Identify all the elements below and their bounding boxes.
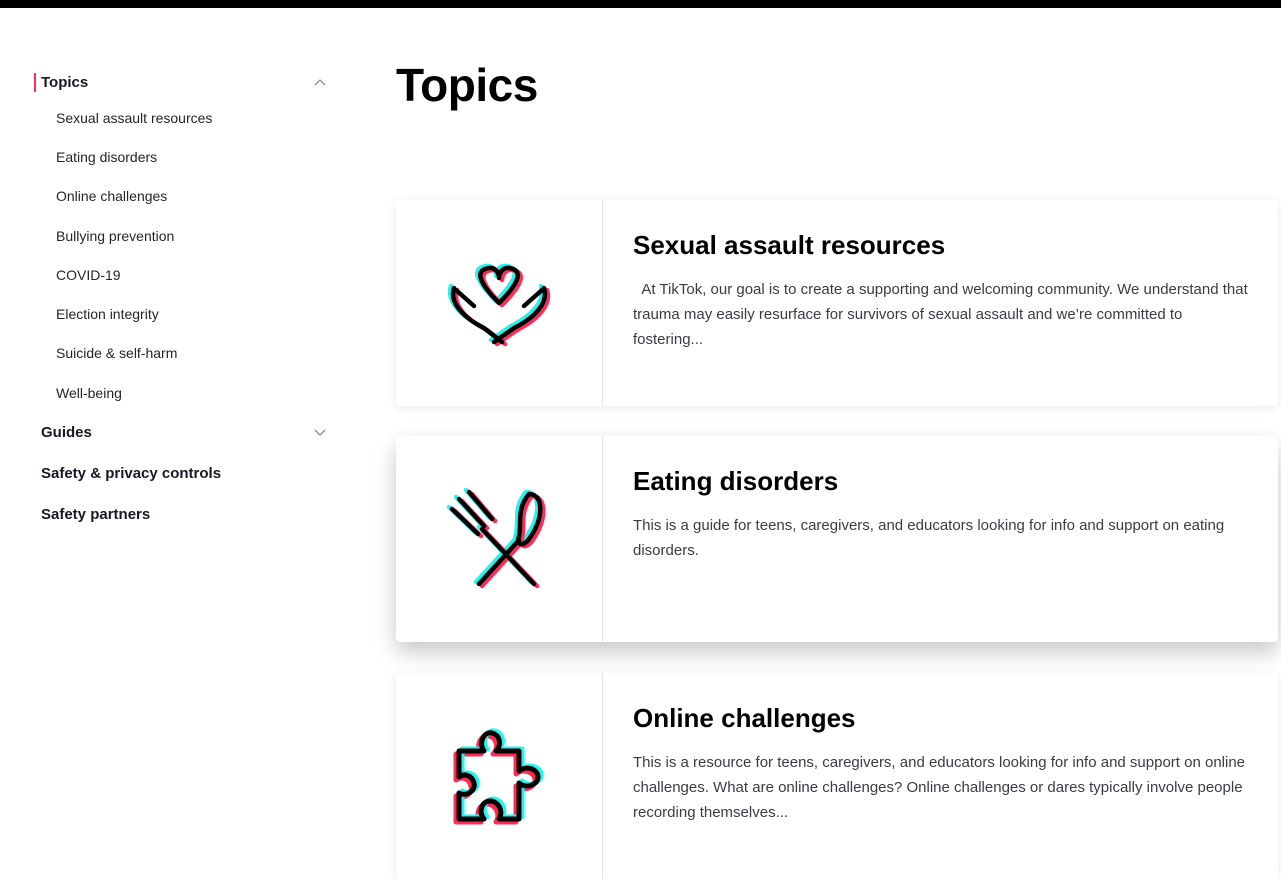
- card-title: Online challenges: [633, 703, 856, 733]
- sidebar-item-online-challenges[interactable]: Online challenges: [34, 177, 334, 216]
- chevron-up-icon: [314, 76, 326, 88]
- sidebar-nav: Topics Sexual assault resources Eating d…: [34, 66, 334, 535]
- card-title: Eating disorders: [633, 466, 839, 496]
- sidebar-safety-partners-label: Safety partners: [41, 506, 151, 524]
- sidebar-topics-label: Topics: [41, 73, 89, 91]
- hands-heart-icon: [447, 263, 551, 347]
- sidebar-safety-privacy-label: Safety & privacy controls: [41, 465, 222, 483]
- sidebar-topics-header[interactable]: Topics: [34, 66, 334, 98]
- page-title: Topics: [396, 59, 538, 111]
- fork-spoon-icon: [446, 487, 546, 589]
- top-bar: [0, 0, 1281, 8]
- sidebar-item-eating-disorders[interactable]: Eating disorders: [34, 137, 334, 176]
- sidebar-guides-header[interactable]: Guides: [34, 412, 334, 453]
- sidebar-safety-partners[interactable]: Safety partners: [34, 494, 334, 535]
- topic-card-online-challenges[interactable]: Online challenges This is a resource for…: [396, 673, 1278, 879]
- sidebar-item-suicide-self-harm[interactable]: Suicide & self-harm: [34, 334, 334, 373]
- sidebar-safety-privacy-controls[interactable]: Safety & privacy controls: [34, 453, 334, 494]
- sidebar-item-sexual-assault-resources[interactable]: Sexual assault resources: [34, 98, 334, 137]
- topic-card-sexual-assault-resources[interactable]: Sexual assault resources At TikTok, our …: [396, 200, 1278, 406]
- sidebar-guides-label: Guides: [41, 424, 92, 442]
- puzzle-piece-icon: [453, 728, 544, 825]
- chevron-down-icon: [314, 427, 326, 439]
- sidebar-item-election-integrity[interactable]: Election integrity: [34, 294, 334, 333]
- sidebar-item-covid-19[interactable]: COVID-19: [34, 255, 334, 294]
- topic-card-eating-disorders[interactable]: Eating disorders This is a guide for tee…: [396, 436, 1278, 642]
- card-description: This is a resource for teens, caregivers…: [633, 754, 1250, 821]
- sidebar-item-bullying-prevention[interactable]: Bullying prevention: [34, 216, 334, 255]
- card-description: At TikTok, our goal is to create a suppo…: [633, 281, 1252, 348]
- topics-submenu: Sexual assault resources Eating disorder…: [34, 98, 334, 412]
- sidebar-item-well-being[interactable]: Well-being: [34, 373, 334, 412]
- card-description: This is a guide for teens, caregivers, a…: [633, 517, 1229, 559]
- card-title: Sexual assault resources: [633, 230, 946, 260]
